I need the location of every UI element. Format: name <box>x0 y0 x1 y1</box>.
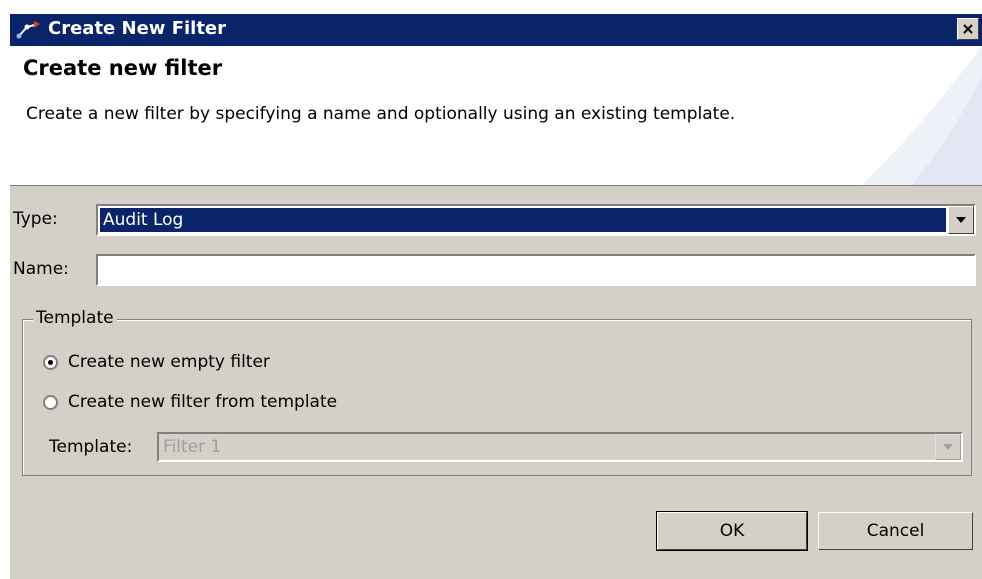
chevron-down-icon <box>943 444 953 450</box>
type-dropdown-button[interactable] <box>948 206 974 234</box>
radio-from-template[interactable]: Create new filter from template <box>43 392 337 412</box>
template-select-value: Filter 1 <box>163 437 222 457</box>
close-icon <box>963 24 973 34</box>
template-dropdown-button[interactable] <box>935 434 961 460</box>
title-bar[interactable]: Create New Filter <box>10 14 982 46</box>
template-select[interactable]: Filter 1 <box>157 432 963 462</box>
cancel-button[interactable]: Cancel <box>818 512 973 550</box>
window-title: Create New Filter <box>48 18 227 39</box>
name-label: Name: <box>13 259 69 279</box>
type-select[interactable]: Audit Log <box>96 204 976 236</box>
template-label: Template: <box>49 437 133 457</box>
radio-from-template-button[interactable] <box>43 394 58 410</box>
banner-decoration <box>862 46 982 185</box>
radio-empty-filter-label: Create new empty filter <box>68 352 270 372</box>
type-select-value: Audit Log <box>100 208 946 232</box>
banner-title: Create new filter <box>23 56 223 80</box>
template-group: Template Create new empty filter Create … <box>22 308 972 476</box>
template-group-label: Template <box>33 308 117 328</box>
close-button[interactable] <box>957 18 979 40</box>
type-label: Type: <box>13 209 58 229</box>
header-banner: Create new filter Create a new filter by… <box>10 46 982 186</box>
chevron-down-icon <box>956 217 966 223</box>
ok-button[interactable]: OK <box>656 511 808 551</box>
filter-app-icon <box>16 18 42 40</box>
radio-empty-filter-button[interactable] <box>43 354 58 370</box>
create-filter-dialog: Create New Filter Create new filter Crea… <box>10 14 982 579</box>
radio-empty-filter[interactable]: Create new empty filter <box>43 352 270 372</box>
name-input[interactable] <box>96 254 976 286</box>
banner-description: Create a new filter by specifying a name… <box>26 104 736 124</box>
radio-from-template-label: Create new filter from template <box>68 392 338 412</box>
